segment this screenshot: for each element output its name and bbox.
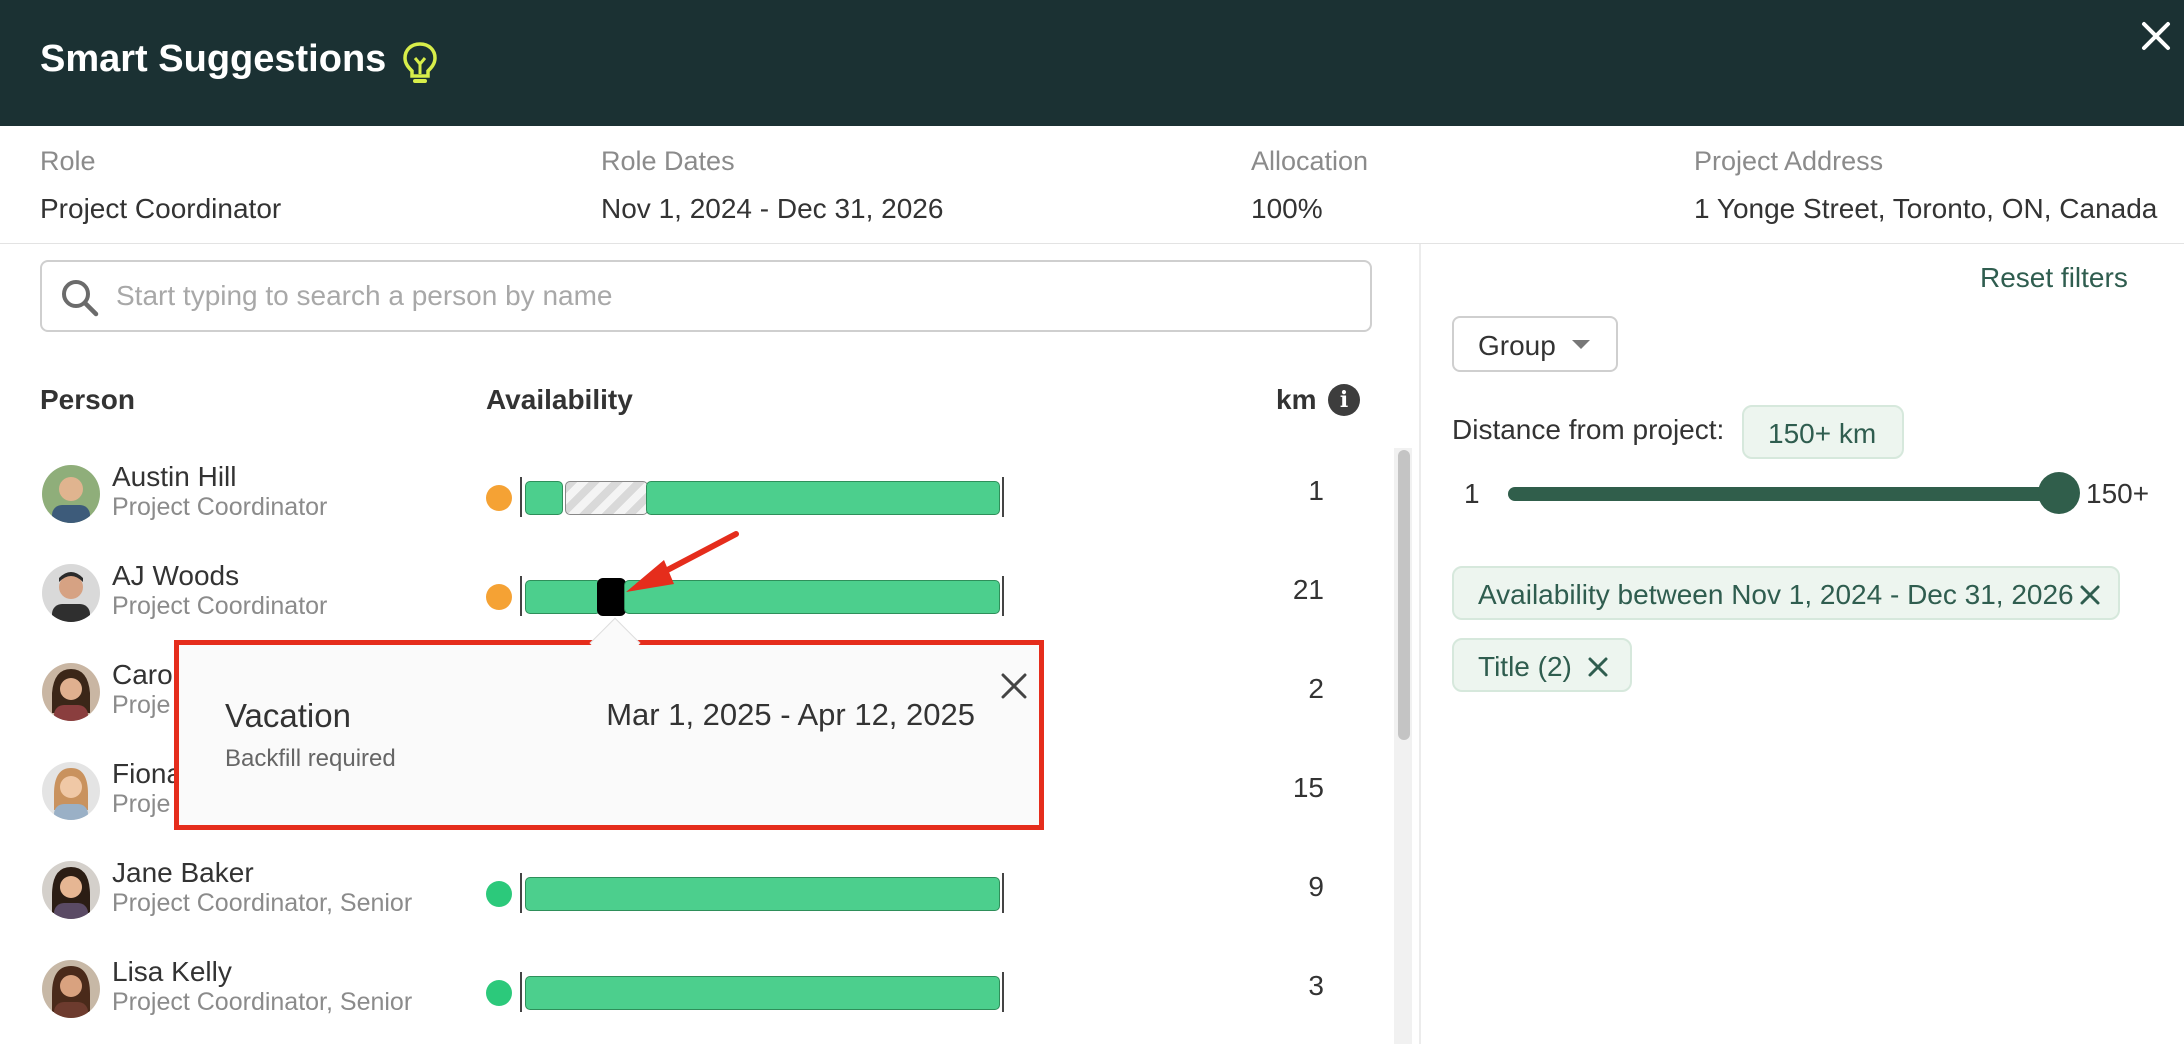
filter-chip-label: Title (2)	[1478, 651, 1572, 682]
column-header-person[interactable]: Person	[40, 384, 135, 416]
close-icon[interactable]	[997, 669, 1031, 703]
availability-status-dot	[486, 980, 512, 1006]
distance-label: Distance from project:	[1452, 414, 1725, 445]
person-name: Austin Hill	[112, 461, 237, 492]
timeline-start-tick	[520, 576, 522, 616]
timeline-segment-unavailable[interactable]	[565, 481, 648, 515]
allocation-info: Allocation 100%	[1251, 146, 1368, 225]
avatar	[42, 861, 100, 919]
avatar	[42, 762, 100, 820]
timeline-end-tick	[1002, 576, 1004, 616]
info-icon[interactable]: i	[1328, 384, 1360, 416]
timeoff-type: Vacation	[225, 697, 351, 734]
project-address-value: 1 Yonge Street, Toronto, ON, Canada	[1694, 193, 2158, 224]
avatar	[42, 663, 100, 721]
list-item[interactable]: Lisa Kelly Project Coordinator, Senior 3	[0, 940, 1380, 1039]
project-address-label: Project Address	[1694, 146, 1884, 176]
timeline-segment-available[interactable]	[646, 481, 1000, 515]
dialog-title: Smart Suggestions	[40, 38, 387, 80]
role-dates-label: Role Dates	[601, 146, 735, 176]
distance-km: 9	[1308, 871, 1324, 902]
search-icon	[62, 280, 99, 317]
availability-timeline[interactable]	[520, 873, 1006, 913]
search-input[interactable]	[116, 274, 1356, 318]
list-item[interactable]: Jane Baker Project Coordinator, Senior 9	[0, 841, 1380, 940]
distance-value-badge: 150+ km	[1742, 405, 1904, 459]
remove-filter-icon[interactable]	[1586, 655, 1610, 679]
availability-status-dot	[486, 881, 512, 907]
timeoff-dates: Mar 1, 2025 - Apr 12, 2025	[606, 697, 975, 732]
group-select[interactable]: Group	[1452, 316, 1618, 372]
timeoff-details-popup: Vacation Mar 1, 2025 - Apr 12, 2025 Back…	[174, 617, 1044, 830]
availability-status-dot	[486, 485, 512, 511]
group-select-label: Group	[1478, 330, 1556, 361]
person-name: Jane Baker	[112, 857, 254, 888]
timeline-start-tick	[520, 873, 522, 913]
role-value: Project Coordinator	[40, 193, 282, 224]
timeoff-note: Backfill required	[225, 745, 396, 772]
person-name: Lisa Kelly	[112, 956, 232, 987]
person-name: AJ Woods	[112, 560, 240, 591]
timeline-end-tick	[1002, 873, 1004, 913]
person-title: Project Coordinator	[112, 493, 328, 521]
timeline-start-tick	[520, 477, 522, 517]
column-header-km[interactable]: km	[1276, 384, 1316, 416]
timeline-segment-available[interactable]	[525, 976, 1000, 1010]
person-name: Fiona	[112, 758, 183, 789]
role-info: Role Project Coordinator	[40, 146, 281, 225]
scrollbar-thumb[interactable]	[1398, 450, 1410, 740]
person-title: Project Coordinator, Senior	[112, 988, 413, 1016]
role-label: Role	[40, 146, 96, 176]
distance-slider-track[interactable]	[1508, 487, 2060, 501]
avatar	[42, 465, 100, 523]
filter-chip-label: Availability between Nov 1, 2024 - Dec 3…	[1478, 579, 2074, 610]
project-address-info: Project Address 1 Yonge Street, Toronto,…	[1694, 146, 2157, 225]
availability-timeline[interactable]	[520, 576, 1006, 616]
slider-min-label: 1	[1464, 478, 1480, 509]
allocation-value: 100%	[1251, 193, 1323, 224]
timeline-segment-available[interactable]	[525, 481, 563, 515]
reset-filters-link[interactable]: Reset filters	[1980, 262, 2128, 294]
timeline-end-tick	[1002, 972, 1004, 1012]
timeline-segment-available[interactable]	[525, 580, 601, 614]
avatar	[42, 564, 100, 622]
distance-value: 150+ km	[1768, 418, 1877, 449]
role-dates-value: Nov 1, 2024 - Dec 31, 2026	[601, 193, 944, 224]
person-name: Caro	[112, 659, 173, 690]
timeline-end-tick	[1002, 477, 1004, 517]
remove-filter-icon[interactable]	[2078, 583, 2102, 607]
dialog-header: Smart Suggestions	[0, 0, 2184, 126]
availability-timeline[interactable]	[520, 477, 1006, 517]
person-title: Proje	[112, 790, 171, 818]
person-title: Project Coordinator, Senior	[112, 889, 413, 917]
allocation-label: Allocation	[1251, 146, 1369, 176]
chevron-down-icon	[1572, 340, 1590, 349]
availability-status-dot	[486, 584, 512, 610]
role-dates-info: Role Dates Nov 1, 2024 - Dec 31, 2026	[601, 146, 943, 225]
slider-max-label: 150+	[2086, 478, 2150, 509]
filter-chip-title[interactable]: Title (2)	[1452, 638, 1632, 692]
distance-km: 3	[1308, 970, 1324, 1001]
distance-slider-thumb[interactable]	[2038, 472, 2080, 514]
avatar	[42, 960, 100, 1018]
column-header-availability[interactable]: Availability	[486, 384, 633, 416]
distance-km: 2	[1308, 673, 1324, 704]
filter-chip-availability[interactable]: Availability between Nov 1, 2024 - Dec 3…	[1452, 566, 2120, 620]
availability-timeline[interactable]	[520, 972, 1006, 1012]
annotation-arrow-icon	[626, 531, 739, 592]
timeline-start-tick	[520, 972, 522, 1012]
distance-km: 1	[1308, 475, 1324, 506]
person-title: Proje	[112, 691, 171, 719]
person-search-box[interactable]	[40, 260, 1372, 332]
lightbulb-icon	[403, 42, 437, 83]
panel-divider	[1419, 244, 1421, 1044]
timeline-segment-available[interactable]	[525, 877, 1000, 911]
distance-km: 15	[1292, 772, 1324, 803]
distance-km: 21	[1292, 574, 1324, 605]
role-info-strip: Role Project Coordinator Role Dates Nov …	[0, 126, 2184, 244]
close-icon[interactable]	[2134, 14, 2178, 58]
person-title: Project Coordinator	[112, 592, 328, 620]
